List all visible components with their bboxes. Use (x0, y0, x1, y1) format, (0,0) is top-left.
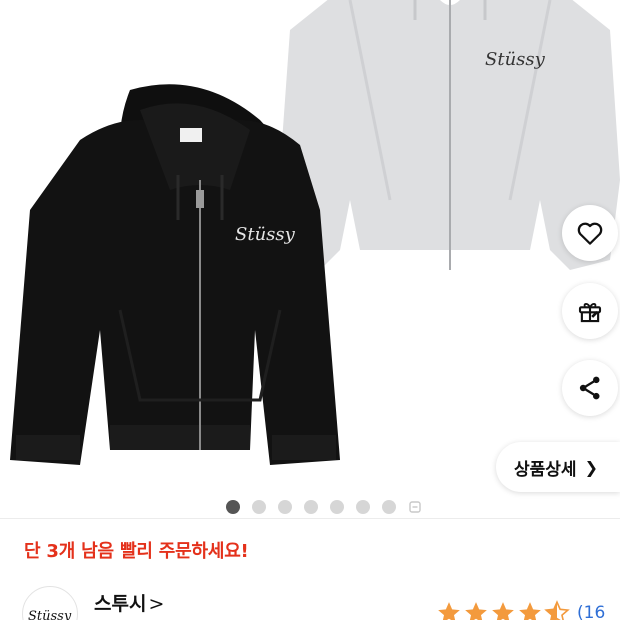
carousel-dot[interactable] (382, 500, 396, 514)
carousel-indicator (226, 500, 422, 514)
grey-hoodie-logo: Stüssy (485, 49, 546, 70)
like-button[interactable] (562, 205, 618, 261)
svg-text:Stüssy: Stüssy (28, 609, 72, 620)
chevron-right-icon: > (148, 593, 165, 615)
low-stock-message: 단 3개 남음 빨리 주문하세요! (24, 541, 249, 562)
star-full-icon (519, 602, 541, 620)
carousel-dot[interactable] (226, 500, 240, 514)
brand-logo-mark: Stüssy (28, 609, 72, 620)
carousel-dot[interactable] (356, 500, 370, 514)
brand-link[interactable]: 스투시 > (94, 589, 164, 616)
brand-name: 스투시 (94, 593, 147, 615)
gift-icon (578, 302, 602, 323)
carousel-dot[interactable] (304, 500, 318, 514)
share-icon (579, 376, 600, 400)
star-full-icon (465, 602, 487, 620)
carousel-dot[interactable] (330, 500, 344, 514)
star-full-icon (492, 602, 514, 620)
product-image-carousel[interactable]: Stüssy Stüssy 상품상세 ❯ (0, 0, 620, 518)
heart-icon (577, 222, 603, 245)
gift-button[interactable] (562, 283, 618, 339)
product-detail-button[interactable]: 상품상세 ❯ (496, 442, 620, 492)
star-half-icon (544, 600, 570, 620)
black-hoodie-logo: Stüssy (235, 224, 296, 245)
divider (0, 518, 620, 519)
carousel-dot[interactable] (278, 500, 292, 514)
black-hoodie-image: Stüssy (10, 84, 340, 465)
rating[interactable]: (16 (436, 600, 605, 620)
star-full-icon (438, 602, 460, 620)
more-dots-icon[interactable] (408, 500, 422, 514)
share-button[interactable] (562, 360, 618, 416)
product-detail-label: 상품상세 (514, 459, 577, 480)
brand-logo[interactable]: Stüssy (22, 586, 78, 620)
carousel-dot[interactable] (252, 500, 266, 514)
review-count[interactable]: (16 (577, 603, 605, 620)
chevron-right-icon: ❯ (584, 457, 598, 477)
